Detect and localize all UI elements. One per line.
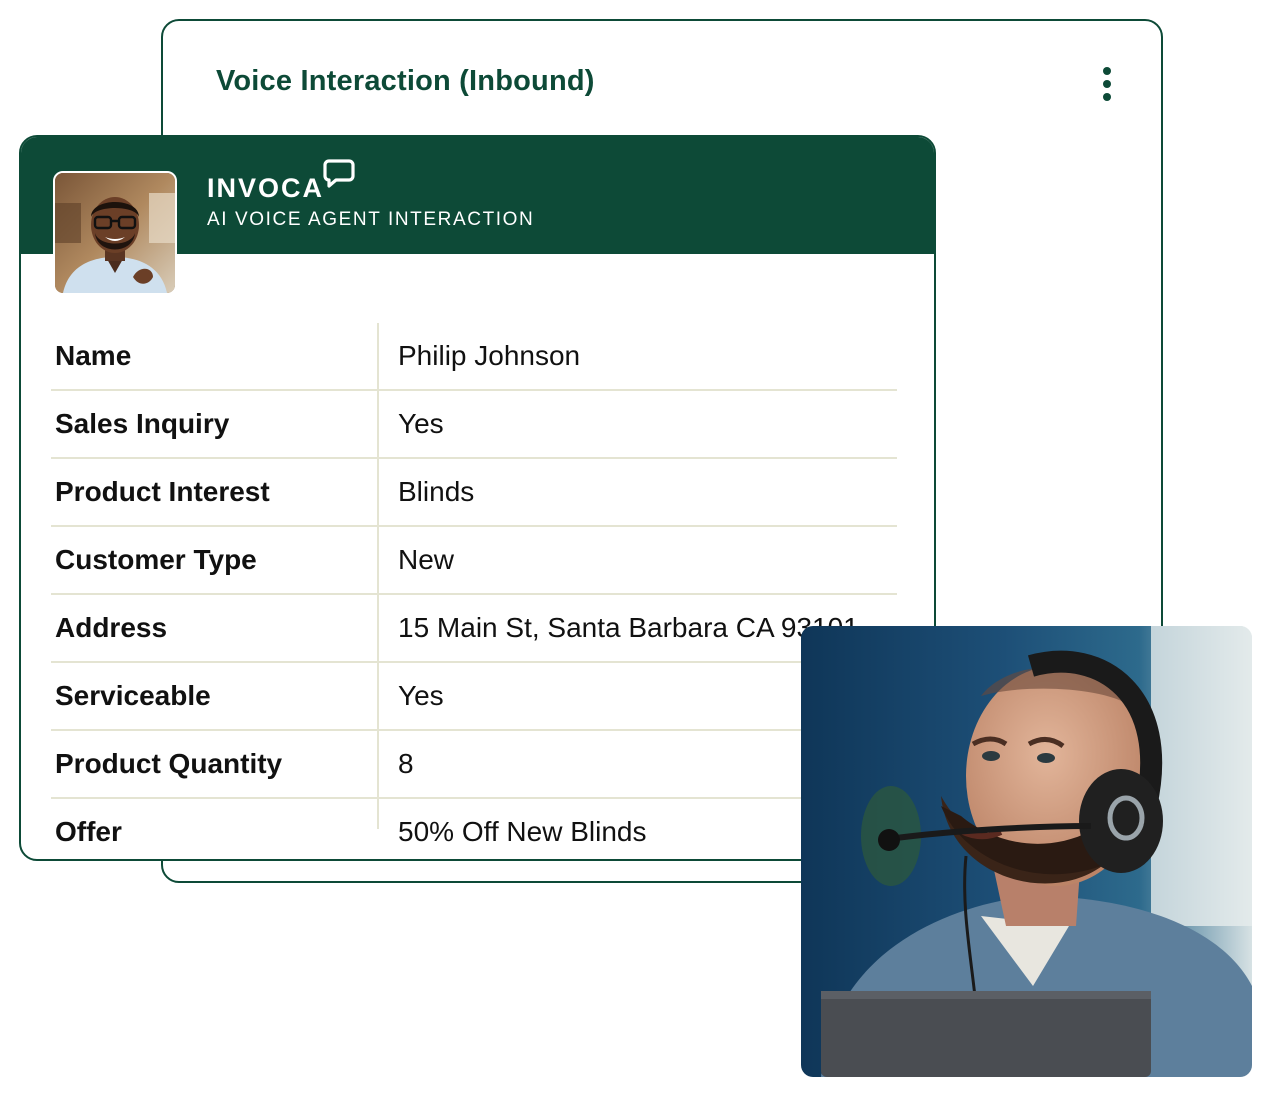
row-label: Product Quantity [55, 748, 283, 779]
table-row: Sales Inquiry Yes [51, 391, 897, 459]
table-row: Customer Type New [51, 527, 897, 595]
row-value: 50% Off New Blinds [398, 816, 647, 847]
row-label: Address [55, 612, 168, 643]
row-value: 15 Main St, Santa Barbara CA 93101 [398, 612, 859, 643]
row-label: Offer [55, 816, 122, 847]
table-row: Product Quantity 8 [51, 731, 897, 799]
details-table: Name Philip Johnson Sales Inquiry Yes Pr… [51, 323, 897, 865]
table-row: Name Philip Johnson [51, 323, 897, 391]
agent-photo [801, 626, 1252, 1077]
table-row: Address 15 Main St, Santa Barbara CA 931… [51, 595, 897, 663]
row-label: Sales Inquiry [55, 408, 230, 439]
table-row: Serviceable Yes [51, 663, 897, 731]
card-title: Voice Interaction (Inbound) [216, 65, 595, 97]
table-row: Product Interest Blinds [51, 459, 897, 527]
row-value: Blinds [398, 476, 475, 507]
row-label: Serviceable [55, 680, 211, 711]
row-label: Product Interest [55, 476, 270, 507]
agent-illustration [801, 626, 1252, 1077]
row-value: Philip Johnson [398, 340, 581, 371]
row-value: New [398, 544, 455, 575]
row-value: Yes [398, 680, 444, 711]
more-options-icon[interactable] [1097, 65, 1117, 105]
row-label: Name [55, 340, 132, 371]
table-row: Offer 50% Off New Blinds [51, 799, 897, 865]
row-value: Yes [398, 408, 444, 439]
stage: Voice Interaction (Inbound) INVOCA AI VO… [0, 0, 1271, 1096]
row-value: 8 [398, 748, 414, 779]
row-label: Customer Type [55, 544, 257, 575]
details-panel: Name Philip Johnson Sales Inquiry Yes Pr… [19, 135, 936, 861]
